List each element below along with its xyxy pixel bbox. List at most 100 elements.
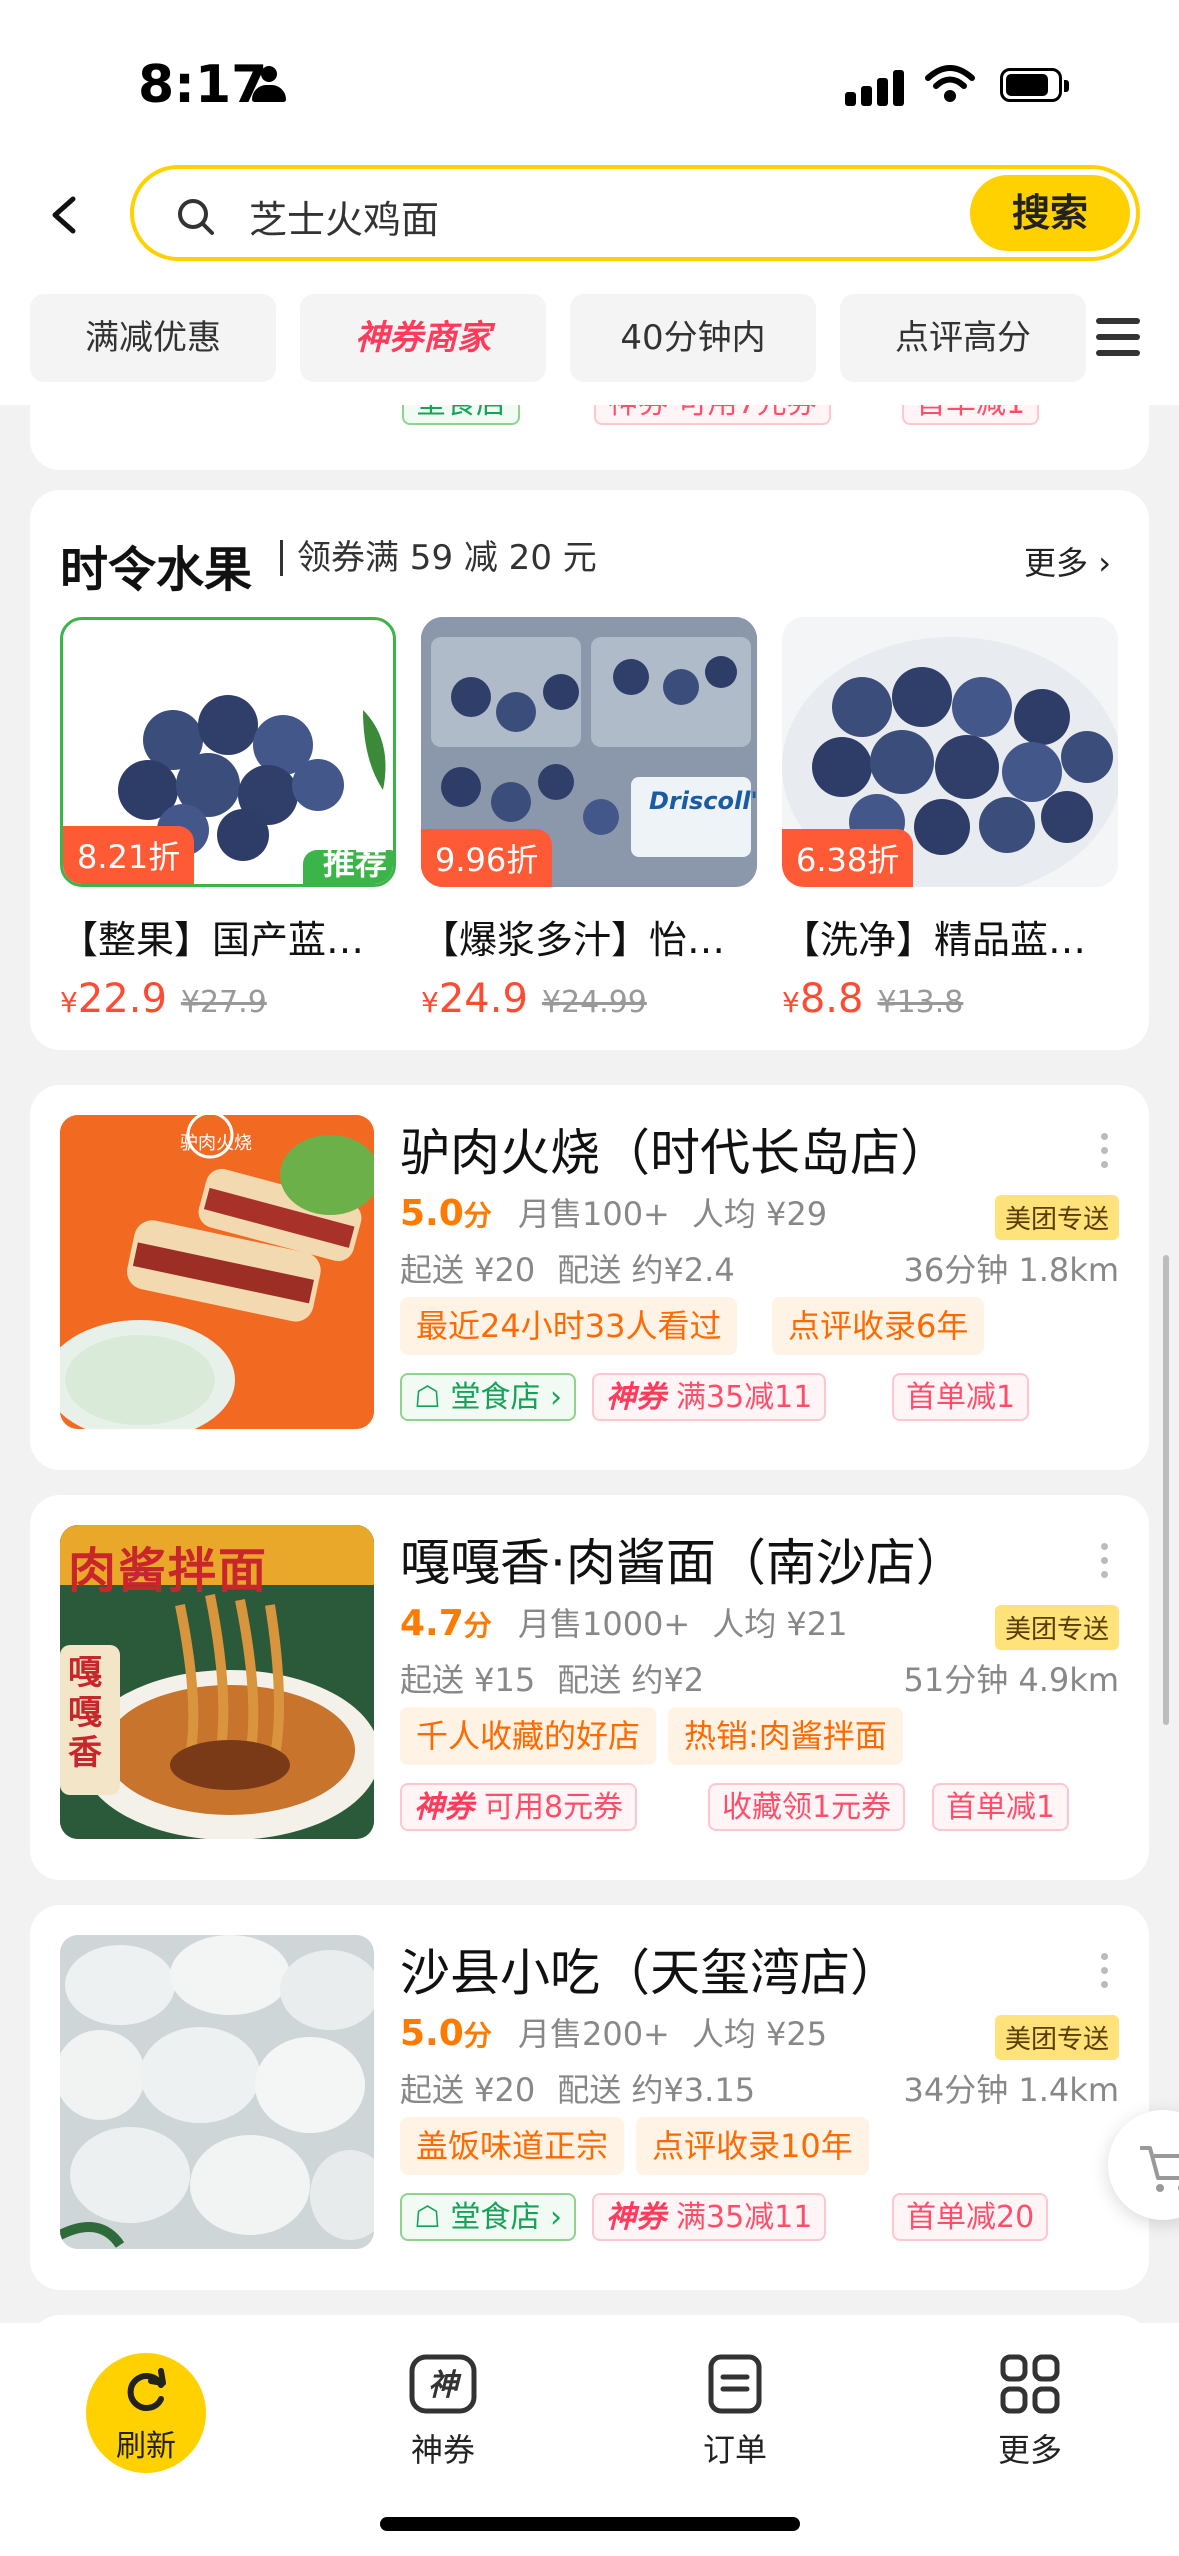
discount-badge: 6.38折 [782,829,914,887]
refresh-label: 刷新 [116,2429,176,2464]
shop-stats: 4.7分 月售1000+ 人均 ¥21 [400,1599,870,1645]
delivery-fee: 配送 约¥3.15 [557,2071,756,2109]
shop-score: 5.0分 [400,2013,492,2054]
coupon-tag: 神券 满35减11 [592,2193,827,2241]
first-order-tag: 首单减20 [892,2193,1049,2241]
search-header: 芝士火鸡面 搜索 [0,150,1179,290]
avg-price: 人均 ¥21 [712,1605,848,1643]
nav-more[interactable]: 更多 [955,2353,1105,2471]
fruit-image: 6.38折 [782,617,1118,887]
avg-price: 人均 ¥29 [691,1195,828,1233]
menu-icon[interactable] [1096,318,1140,358]
coupon-label: 神券 [410,2431,475,2469]
highlight-tag: 热销:肉酱拌面 [668,1707,903,1765]
back-arrow-icon[interactable] [45,195,85,235]
coupon-tag: 神券 可用7元券 [594,405,831,425]
more-link[interactable]: 更多 › [1024,538,1111,584]
favorite-coupon-tag: 收藏领1元券 [708,1783,906,1831]
delivery-badge: 美团专送 [994,1605,1119,1650]
shop-name: 沙县小吃（天玺湾店） [400,1944,900,2002]
shop-card-partial[interactable]: 堂食店 神券 可用7元券 首单减1 [30,405,1149,470]
filter-shenquan[interactable]: 神券商家 [300,294,546,382]
price-value: 22.9 [77,976,167,1022]
search-button[interactable]: 搜索 [970,175,1130,251]
fruit-item[interactable]: 6.38折 【洗净】精品蓝莓... ¥8.8 ¥13.8 [782,617,1118,1022]
shop-image: 肉酱拌面 嘎嘎香 [60,1525,374,1839]
min-order: 起送 ¥20 [400,2071,536,2109]
shop-card[interactable]: 驴肉火烧 驴肉火烧（时代长岛店） 5.0分 月售100+ 人均 ¥29 美团专送 … [30,1085,1149,1470]
highlight-tag: 最近24小时33人看过 [400,1297,738,1355]
fruit-item[interactable]: Driscoll's 9.96折 【爆浆多汁】怡颗... ¥24.9¥24.99 [421,617,757,1022]
discount-badge: 9.96折 [421,829,553,887]
shop-image-side-text: 嘎嘎香 [68,1653,102,1773]
filter-discount[interactable]: 满减优惠 [30,294,276,382]
highlight-tag: 点评收录6年 [772,1297,985,1355]
section-title: 时令水果 [60,542,253,598]
shop-image-brand: 驴肉火烧 [180,1133,252,1154]
fruit-name: 【洗净】精品蓝莓... [782,918,1118,962]
recommend-badge: 推荐 [322,844,387,882]
first-order-tag: 首单减1 [932,1783,1070,1831]
scrollbar[interactable] [1163,1255,1169,1725]
original-price: ¥24.99 [541,985,647,1020]
shop-name: 驴肉火烧（时代长岛店） [400,1124,950,1182]
results-list[interactable]: 堂食店 神券 可用7元券 首单减1 时令水果 领券满 59 减 20 元 更多 … [0,405,1179,2323]
dine-in-tag: ☖ 堂食店 › [400,1373,576,1421]
search-icon [178,199,214,235]
search-query: 芝士火鸡面 [249,198,440,242]
svg-text:神: 神 [428,2368,462,2403]
monthly-sales: 月售1000+ [517,1605,691,1643]
delivery-eta: 36分钟 1.8km [903,1251,1120,1289]
fruit-name: 【爆浆多汁】怡颗... [421,918,757,962]
shop-stats: 5.0分 月售100+ 人均 ¥29 [400,1189,849,1235]
nav-orders[interactable]: 订单 [660,2353,810,2471]
delivery-info: 起送 ¥20 配送 约¥3.15 [400,2065,777,2111]
coupon-tag: 神券 满35减11 [592,1373,827,1421]
more-label: 更多 [997,2431,1062,2469]
fruit-image: 8.21折 推荐 [60,617,396,887]
fruit-name: 【整果】国产蓝莓... [60,918,396,962]
fruit-price: ¥24.9 ¥24.99 [421,976,647,1022]
grid-icon [1000,2354,1060,2414]
filter-40min[interactable]: 40分钟内 [570,294,816,382]
shop-image: 驴肉火烧 [60,1115,374,1429]
shop-score: 5.0分 [400,1193,492,1234]
delivery-eta: 51分钟 4.9km [903,1661,1120,1699]
dine-in-tag: 堂食店 [402,405,520,425]
fruit-price: ¥8.8 ¥13.8 [782,976,964,1022]
wifi-icon [925,65,975,102]
min-order: 起送 ¥15 [400,1661,536,1699]
shenquan-icon: 神 [409,2354,477,2414]
shop-name: 嘎嘎香·肉酱面（南沙店） [400,1534,966,1592]
coupon-tag: 神券 可用8元券 [400,1783,638,1831]
battery-icon [1000,68,1069,102]
highlight-tag: 点评收录10年 [636,2117,869,2175]
more-options-icon[interactable] [1099,1953,1109,1993]
orders-icon [708,2354,762,2414]
monthly-sales: 月售200+ [517,2015,670,2053]
more-options-icon[interactable] [1099,1543,1109,1583]
highlight-tag: 千人收藏的好店 [400,1707,657,1765]
more-options-icon[interactable] [1099,1133,1109,1173]
wonton-image [60,1935,374,2249]
shop-card-partial[interactable] [30,2315,1149,2323]
refresh-button[interactable]: 刷新 [86,2353,206,2473]
search-input[interactable]: 芝士火鸡面 搜索 [130,165,1140,261]
home-indicator [380,2517,800,2531]
shop-score: 4.7分 [400,1603,492,1644]
shop-card[interactable]: 肉酱拌面 嘎嘎香 嘎嘎香·肉酱面（南沙店） 4.7分 月售1000+ 人均 ¥21… [30,1495,1149,1880]
status-bar: 8:17 [0,0,1179,150]
fruit-item[interactable]: 8.21折 推荐 【整果】国产蓝莓... ¥22.9 ¥27.9 [60,617,396,1022]
discount-badge: 8.21折 [63,826,195,884]
shop-card[interactable]: 沙县小吃（天玺湾店） 5.0分 月售200+ 人均 ¥25 美团专送 起送 ¥20… [30,1905,1149,2290]
product-brand-label: Driscoll's [649,787,757,815]
filter-bar: 满减优惠 神券商家 40分钟内 点评高分 [0,290,1179,405]
original-price: ¥27.9 [180,985,267,1020]
filter-high-rating[interactable]: 点评高分 [840,294,1086,382]
shop-image [60,1935,374,2249]
section-subtitle: 领券满 59 减 20 元 [280,540,597,576]
fruit-section: 时令水果 领券满 59 减 20 元 更多 › 8.21折 推荐 【整果】国产蓝… [30,490,1149,1050]
more-label: 更多 [1024,544,1089,582]
delivery-fee: 配送 约¥2 [557,1661,705,1699]
nav-coupon[interactable]: 神 神券 [368,2353,518,2471]
